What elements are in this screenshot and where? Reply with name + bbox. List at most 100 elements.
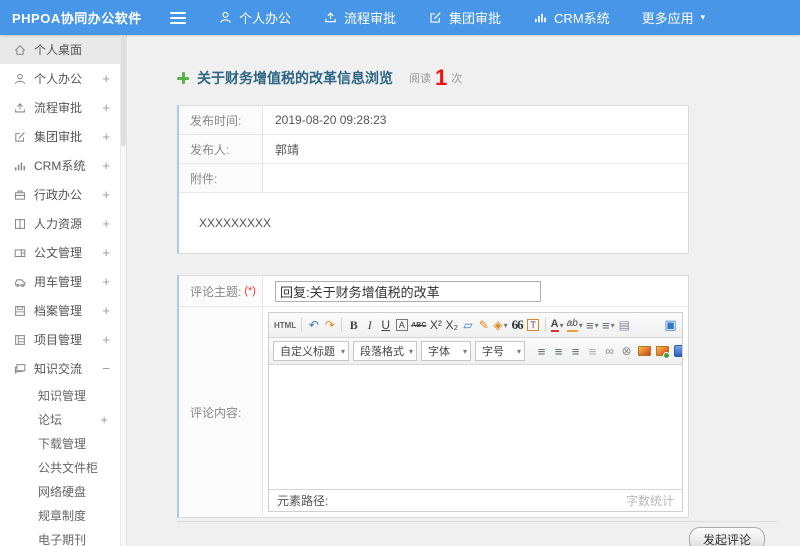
expand-toggle-icon[interactable]: + <box>100 412 108 427</box>
sidebar-item-crm[interactable]: CRM系统 + <box>0 151 120 180</box>
sidebar-item-icon <box>13 217 27 231</box>
align-left-button[interactable]: ≡ <box>534 342 549 361</box>
expand-toggle-icon[interactable]: + <box>102 274 110 289</box>
insert-image-button[interactable] <box>636 342 652 361</box>
font-color-dropdown[interactable]: A ▾ <box>550 316 565 335</box>
sidebar-submenu: 知识管理 论坛 + 下载管理 公共文件柜 网络硬盘 规章制度 电子期刊 <box>0 383 120 546</box>
insert-template-button[interactable]: T <box>526 316 541 335</box>
expand-toggle-icon[interactable]: + <box>102 303 110 318</box>
expand-toggle-icon[interactable]: + <box>102 332 110 347</box>
sidebar-item-hr[interactable]: 人力资源 + <box>0 209 120 238</box>
comment-content-label: 评论内容: <box>179 307 263 517</box>
submit-comment-button[interactable]: 发起评论 <box>688 527 765 546</box>
subscript-button[interactable]: X₂ <box>444 316 459 335</box>
word-count-label[interactable]: 字数统计 <box>626 492 674 509</box>
unordered-list-dropdown[interactable]: ≡ ▾ <box>601 316 616 335</box>
fullscreen-button[interactable]: ▣ <box>663 316 678 335</box>
main-content: 关于财务增值税的改革信息浏览 阅读 1 次 发布时间: 2019-08-20 0… <box>127 35 800 546</box>
nav-group-approval[interactable]: 集团审批 <box>428 8 501 27</box>
highlight-color-dropdown[interactable]: ab ▾ <box>566 316 584 335</box>
new-page-button[interactable]: ▤ <box>617 316 632 335</box>
sidebar-subitem-rules[interactable]: 规章制度 <box>0 503 120 527</box>
sidebar-item-personal-office[interactable]: 个人办公 + <box>0 64 120 93</box>
sidebar-item-group-approval[interactable]: 集团审批 + <box>0 122 120 151</box>
sidebar-subitem-label: 知识管理 <box>38 388 87 403</box>
editor-toolbar-row1: HTML ↶ ↷ B I U A ABC X² X₂ ▱ ✎ ◈ ▾ 66 T … <box>269 313 682 338</box>
sidebar-subitem-download[interactable]: 下载管理 <box>0 431 120 455</box>
menu-toggle-icon[interactable] <box>170 11 186 24</box>
sidebar-item-archive[interactable]: 档案管理 + <box>0 296 120 325</box>
expand-toggle-icon[interactable]: + <box>102 100 110 115</box>
expand-toggle-icon[interactable]: − <box>102 361 110 376</box>
sidebar-item-project[interactable]: 项目管理 + <box>0 325 120 354</box>
expand-toggle-icon[interactable]: + <box>102 158 110 173</box>
expand-toggle-icon[interactable]: + <box>102 71 110 86</box>
custom-title-dropdown[interactable]: 自定义标题 ▾ <box>273 341 349 361</box>
field-value <box>263 164 688 192</box>
font-family-dropdown[interactable]: 字体 ▾ <box>421 341 471 361</box>
link-button[interactable]: ∞ <box>602 342 617 361</box>
blockquote-button[interactable]: 66 <box>510 316 525 335</box>
sidebar-item-label: 公文管理 <box>34 246 83 260</box>
comment-content-row: 评论内容: HTML ↶ ↷ B I U A ABC X² X₂ ▱ ✎ ◈ ▾… <box>179 307 688 517</box>
insert-video-button[interactable] <box>672 342 682 361</box>
scrawl-button[interactable] <box>654 342 670 361</box>
nav-crm[interactable]: CRM系统 <box>533 8 610 27</box>
editor-status-bar: 元素路径: 字数统计 <box>269 489 682 511</box>
sidebar-item-icon <box>13 275 27 289</box>
sidebar-subitem-forum[interactable]: 论坛 + <box>0 407 120 431</box>
undo-icon[interactable]: ↶ <box>306 316 321 335</box>
nav-personal-office[interactable]: 个人办公 <box>218 8 291 27</box>
nav-item-label: 集团审批 <box>449 11 502 26</box>
nav-item-icon <box>218 10 233 25</box>
sidebar-item-admin-office[interactable]: 行政办公 + <box>0 180 120 209</box>
text-style-dropdown[interactable]: ◈ ▾ <box>492 316 508 335</box>
eraser-icon[interactable]: ▱ <box>460 316 475 335</box>
sidebar-item-official-doc[interactable]: 公文管理 + <box>0 238 120 267</box>
expand-toggle-icon[interactable]: + <box>102 216 110 231</box>
sidebar-item-workflow-approval[interactable]: 流程审批 + <box>0 93 120 122</box>
html-source-button[interactable]: HTML <box>273 316 297 335</box>
form-footer: 发起评论 <box>177 521 777 546</box>
sidebar-subitem-knowledge-mgmt[interactable]: 知识管理 <box>0 383 120 407</box>
align-justify-button[interactable]: ≡ <box>585 342 600 361</box>
align-right-button[interactable]: ≡ <box>568 342 583 361</box>
format-painter-icon[interactable]: ✎ <box>476 316 491 335</box>
unlink-button[interactable]: ⊗ <box>619 342 634 361</box>
sidebar-item-icon <box>13 101 27 115</box>
sidebar-item-knowledge-exchange[interactable]: 知识交流 − <box>0 354 120 383</box>
align-center-button[interactable]: ≡ <box>551 342 566 361</box>
editor-content-area[interactable] <box>269 365 682 489</box>
sidebar-scrollbar[interactable] <box>120 35 127 546</box>
caret-down-icon: ▾ <box>594 320 599 330</box>
font-border-button[interactable]: A <box>394 316 409 335</box>
redo-icon[interactable]: ↷ <box>322 316 337 335</box>
superscript-button[interactable]: X² <box>428 316 443 335</box>
expand-toggle-icon[interactable]: + <box>102 187 110 202</box>
nav-workflow-approval[interactable]: 流程审批 <box>323 8 396 27</box>
article-content: XXXXXXXXX <box>199 216 272 230</box>
strikethrough-button[interactable]: ABC <box>410 316 427 335</box>
font-size-dropdown[interactable]: 字号 ▾ <box>475 341 525 361</box>
sidebar-subitem-network-disk[interactable]: 网络硬盘 <box>0 479 120 503</box>
sidebar-subitem-public-cabinet[interactable]: 公共文件柜 <box>0 455 120 479</box>
bold-button[interactable]: B <box>346 316 361 335</box>
sidebar-item-desktop[interactable]: 个人桌面 <box>0 35 120 64</box>
expand-toggle-icon[interactable]: + <box>102 245 110 260</box>
sidebar-subitem-ejournal[interactable]: 电子期刊 <box>0 527 120 546</box>
topbar-nav: 个人办公 流程审批 集团审批 CRM系统 更多应用 ▾ <box>218 8 705 27</box>
sidebar-item-label: 流程审批 <box>34 101 83 115</box>
element-path-label: 元素路径: <box>277 494 329 508</box>
expand-toggle-icon[interactable]: + <box>102 129 110 144</box>
italic-button[interactable]: I <box>362 316 377 335</box>
sidebar-item-vehicle[interactable]: 用车管理 + <box>0 267 120 296</box>
nav-more-apps[interactable]: 更多应用 ▾ <box>642 8 706 27</box>
underline-button[interactable]: U <box>378 316 393 335</box>
comment-subject-input[interactable] <box>275 280 541 302</box>
nav-item-icon <box>428 10 443 25</box>
paragraph-format-dropdown[interactable]: 段落格式 ▾ <box>353 341 417 361</box>
sidebar-item-icon <box>13 43 27 57</box>
sidebar-item-label: 集团审批 <box>34 130 83 144</box>
scrollbar-thumb[interactable] <box>121 36 126 146</box>
ordered-list-dropdown[interactable]: ≡ ▾ <box>585 316 600 335</box>
